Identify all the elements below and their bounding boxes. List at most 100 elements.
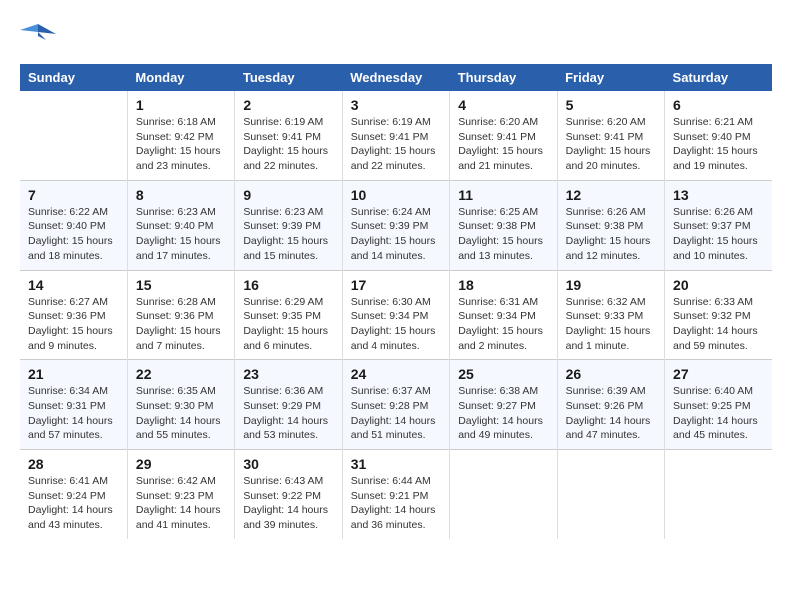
day-info: Sunrise: 6:33 AMSunset: 9:32 PMDaylight:…: [673, 295, 764, 354]
day-cell: 19Sunrise: 6:32 AMSunset: 9:33 PMDayligh…: [557, 270, 664, 360]
day-number: 30: [243, 456, 333, 472]
day-cell: 21Sunrise: 6:34 AMSunset: 9:31 PMDayligh…: [20, 360, 127, 450]
day-cell: 12Sunrise: 6:26 AMSunset: 9:38 PMDayligh…: [557, 180, 664, 270]
day-cell: 7 Sunrise: 6:22 AMSunset: 9:40 PMDaylight…: [20, 180, 127, 270]
day-info: Sunrise: 6:43 AMSunset: 9:22 PMDaylight:…: [243, 474, 333, 533]
day-info: Sunrise: 6:22 AMSunset: 9:40 PMDaylight:…: [28, 205, 119, 264]
day-info: Sunrise: 6:38 AMSunset: 9:27 PMDaylight:…: [458, 384, 548, 443]
day-cell: [665, 450, 772, 539]
week-row-1: 1Sunrise: 6:18 AMSunset: 9:42 PMDaylight…: [20, 91, 772, 180]
day-cell: [450, 450, 557, 539]
day-number: 4: [458, 97, 548, 113]
day-cell: 1Sunrise: 6:18 AMSunset: 9:42 PMDaylight…: [127, 91, 234, 180]
day-info: Sunrise: 6:29 AMSunset: 9:35 PMDaylight:…: [243, 295, 333, 354]
day-number: 31: [351, 456, 441, 472]
day-number: 18: [458, 277, 548, 293]
day-cell: 20 Sunrise: 6:33 AMSunset: 9:32 PMDayligh…: [665, 270, 772, 360]
calendar-header-row: SundayMondayTuesdayWednesdayThursdayFrid…: [20, 64, 772, 91]
column-header-monday: Monday: [127, 64, 234, 91]
day-info: Sunrise: 6:37 AMSunset: 9:28 PMDaylight:…: [351, 384, 441, 443]
day-cell: [20, 91, 127, 180]
day-cell: 25 Sunrise: 6:38 AMSunset: 9:27 PMDayligh…: [450, 360, 557, 450]
day-cell: 8 Sunrise: 6:23 AMSunset: 9:40 PMDaylight…: [127, 180, 234, 270]
day-cell: 14 Sunrise: 6:27 AMSunset: 9:36 PMDayligh…: [20, 270, 127, 360]
page-header: [20, 20, 772, 48]
day-number: 23: [243, 366, 333, 382]
day-cell: 22 Sunrise: 6:35 AMSunset: 9:30 PMDayligh…: [127, 360, 234, 450]
week-row-4: 21Sunrise: 6:34 AMSunset: 9:31 PMDayligh…: [20, 360, 772, 450]
day-cell: 30 Sunrise: 6:43 AMSunset: 9:22 PMDayligh…: [235, 450, 342, 539]
day-number: 3: [351, 97, 441, 113]
day-info: Sunrise: 6:36 AMSunset: 9:29 PMDaylight:…: [243, 384, 333, 443]
day-cell: 9Sunrise: 6:23 AMSunset: 9:39 PMDaylight…: [235, 180, 342, 270]
column-header-tuesday: Tuesday: [235, 64, 342, 91]
day-cell: 17 Sunrise: 6:30 AMSunset: 9:34 PMDayligh…: [342, 270, 449, 360]
day-number: 17: [351, 277, 441, 293]
column-header-sunday: Sunday: [20, 64, 127, 91]
calendar-table: SundayMondayTuesdayWednesdayThursdayFrid…: [20, 64, 772, 539]
day-number: 16: [243, 277, 333, 293]
column-header-saturday: Saturday: [665, 64, 772, 91]
day-number: 28: [28, 456, 119, 472]
day-cell: 10Sunrise: 6:24 AMSunset: 9:39 PMDayligh…: [342, 180, 449, 270]
day-info: Sunrise: 6:25 AMSunset: 9:38 PMDaylight:…: [458, 205, 548, 264]
day-info: Sunrise: 6:44 AMSunset: 9:21 PMDaylight:…: [351, 474, 441, 533]
day-info: Sunrise: 6:18 AMSunset: 9:42 PMDaylight:…: [136, 115, 226, 174]
day-info: Sunrise: 6:40 AMSunset: 9:25 PMDaylight:…: [673, 384, 764, 443]
column-header-thursday: Thursday: [450, 64, 557, 91]
logo-icon: [20, 20, 56, 48]
week-row-3: 14 Sunrise: 6:27 AMSunset: 9:36 PMDayligh…: [20, 270, 772, 360]
day-cell: 13 Sunrise: 6:26 AMSunset: 9:37 PMDayligh…: [665, 180, 772, 270]
day-info: Sunrise: 6:41 AMSunset: 9:24 PMDaylight:…: [28, 474, 119, 533]
day-cell: 11 Sunrise: 6:25 AMSunset: 9:38 PMDayligh…: [450, 180, 557, 270]
day-info: Sunrise: 6:32 AMSunset: 9:33 PMDaylight:…: [566, 295, 656, 354]
column-header-wednesday: Wednesday: [342, 64, 449, 91]
day-info: Sunrise: 6:21 AMSunset: 9:40 PMDaylight:…: [673, 115, 764, 174]
day-cell: 15 Sunrise: 6:28 AMSunset: 9:36 PMDayligh…: [127, 270, 234, 360]
logo: [20, 20, 60, 48]
day-cell: [557, 450, 664, 539]
day-cell: 18 Sunrise: 6:31 AMSunset: 9:34 PMDayligh…: [450, 270, 557, 360]
day-number: 22: [136, 366, 226, 382]
day-number: 26: [566, 366, 656, 382]
day-info: Sunrise: 6:27 AMSunset: 9:36 PMDaylight:…: [28, 295, 119, 354]
day-number: 9: [243, 187, 333, 203]
day-info: Sunrise: 6:28 AMSunset: 9:36 PMDaylight:…: [136, 295, 226, 354]
day-cell: 6 Sunrise: 6:21 AMSunset: 9:40 PMDaylight…: [665, 91, 772, 180]
day-number: 7: [28, 187, 119, 203]
day-number: 15: [136, 277, 226, 293]
day-cell: 29 Sunrise: 6:42 AMSunset: 9:23 PMDayligh…: [127, 450, 234, 539]
day-number: 14: [28, 277, 119, 293]
day-number: 6: [673, 97, 764, 113]
day-number: 29: [136, 456, 226, 472]
day-number: 12: [566, 187, 656, 203]
day-info: Sunrise: 6:34 AMSunset: 9:31 PMDaylight:…: [28, 384, 119, 443]
day-info: Sunrise: 6:19 AMSunset: 9:41 PMDaylight:…: [351, 115, 441, 174]
day-cell: 28 Sunrise: 6:41 AMSunset: 9:24 PMDayligh…: [20, 450, 127, 539]
day-info: Sunrise: 6:35 AMSunset: 9:30 PMDaylight:…: [136, 384, 226, 443]
day-number: 8: [136, 187, 226, 203]
day-cell: 2 Sunrise: 6:19 AMSunset: 9:41 PMDaylight…: [235, 91, 342, 180]
day-info: Sunrise: 6:42 AMSunset: 9:23 PMDaylight:…: [136, 474, 226, 533]
day-number: 13: [673, 187, 764, 203]
day-info: Sunrise: 6:24 AMSunset: 9:39 PMDaylight:…: [351, 205, 441, 264]
column-header-friday: Friday: [557, 64, 664, 91]
day-cell: 24Sunrise: 6:37 AMSunset: 9:28 PMDayligh…: [342, 360, 449, 450]
day-info: Sunrise: 6:20 AMSunset: 9:41 PMDaylight:…: [458, 115, 548, 174]
week-row-5: 28 Sunrise: 6:41 AMSunset: 9:24 PMDayligh…: [20, 450, 772, 539]
day-cell: 27Sunrise: 6:40 AMSunset: 9:25 PMDayligh…: [665, 360, 772, 450]
day-number: 5: [566, 97, 656, 113]
day-cell: 16 Sunrise: 6:29 AMSunset: 9:35 PMDayligh…: [235, 270, 342, 360]
day-cell: 4 Sunrise: 6:20 AMSunset: 9:41 PMDaylight…: [450, 91, 557, 180]
day-info: Sunrise: 6:31 AMSunset: 9:34 PMDaylight:…: [458, 295, 548, 354]
day-info: Sunrise: 6:23 AMSunset: 9:40 PMDaylight:…: [136, 205, 226, 264]
day-number: 11: [458, 187, 548, 203]
day-info: Sunrise: 6:26 AMSunset: 9:37 PMDaylight:…: [673, 205, 764, 264]
day-number: 2: [243, 97, 333, 113]
day-number: 25: [458, 366, 548, 382]
day-cell: 5Sunrise: 6:20 AMSunset: 9:41 PMDaylight…: [557, 91, 664, 180]
day-info: Sunrise: 6:30 AMSunset: 9:34 PMDaylight:…: [351, 295, 441, 354]
day-info: Sunrise: 6:19 AMSunset: 9:41 PMDaylight:…: [243, 115, 333, 174]
day-cell: 3 Sunrise: 6:19 AMSunset: 9:41 PMDaylight…: [342, 91, 449, 180]
day-number: 20: [673, 277, 764, 293]
